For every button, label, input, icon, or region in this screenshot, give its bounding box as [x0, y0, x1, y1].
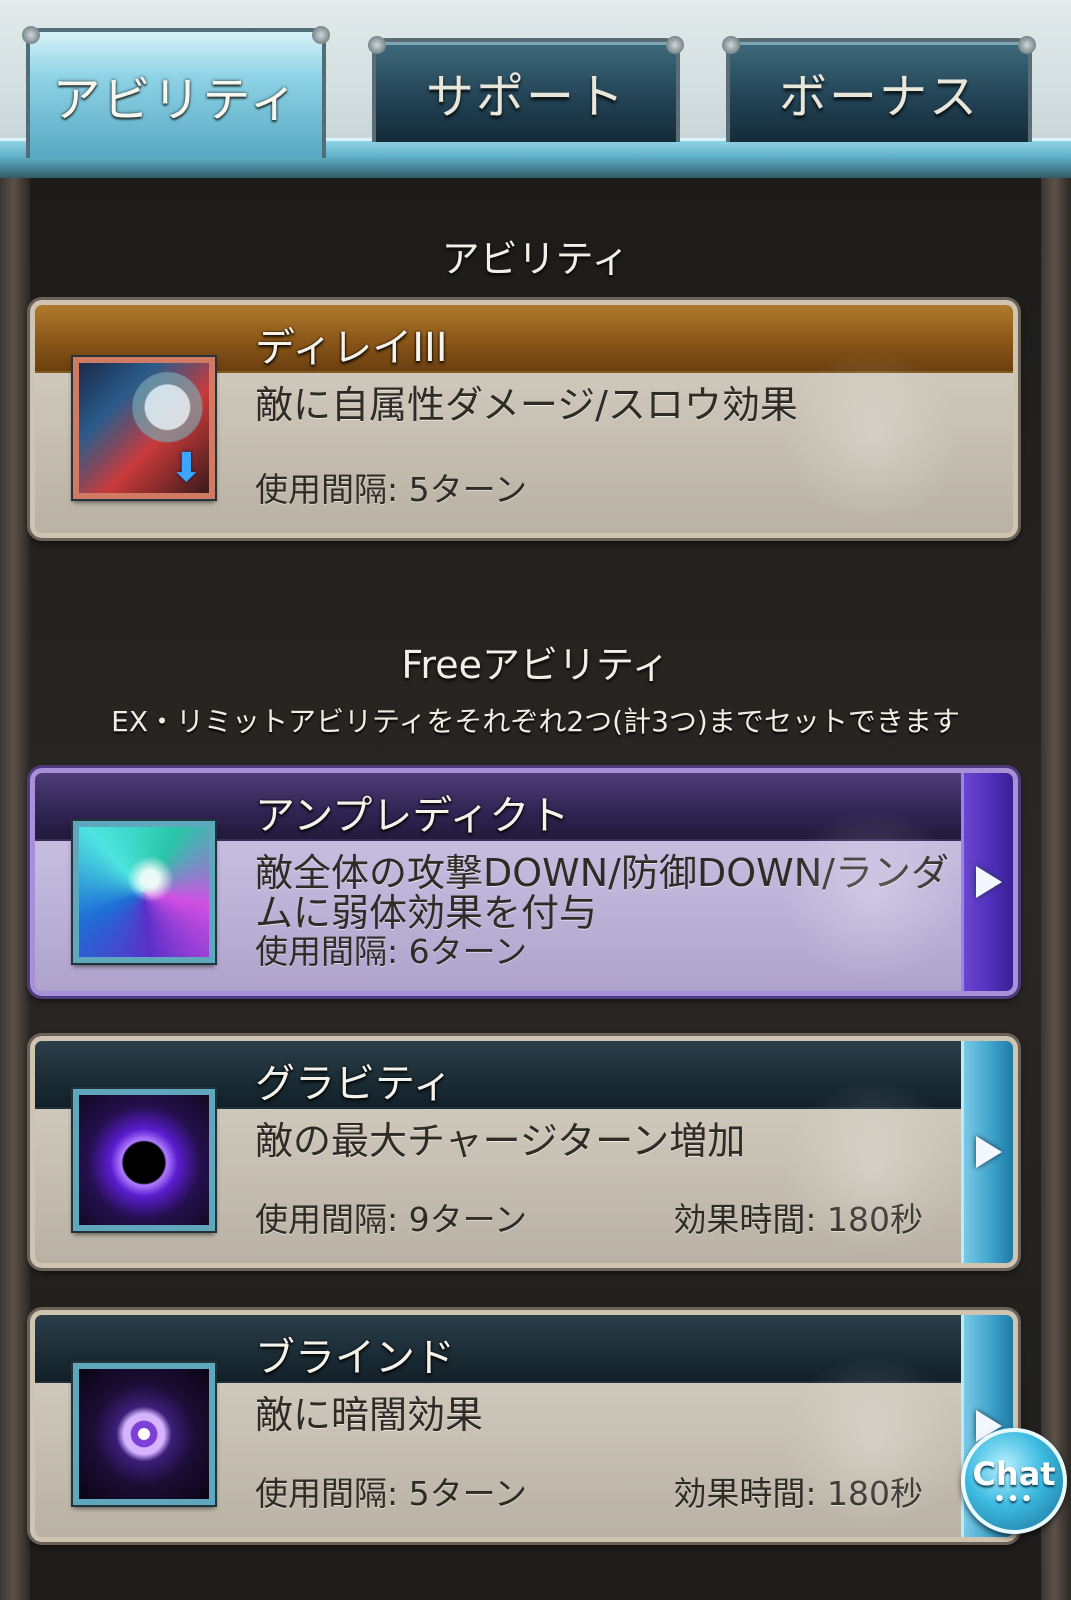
- ability-card-gravity[interactable]: グラビティ 敵の最大チャージターン増加 使用間隔: 9ターン 効果時間: 180…: [30, 1036, 1018, 1268]
- section-title-ability: アビリティ: [30, 228, 1041, 283]
- ability-description: 敵全体の攻撃DOWN/防御DOWN/ランダムに弱体効果を付与: [255, 851, 949, 935]
- play-arrow-icon: [975, 866, 1002, 898]
- tab-corner-ornament: [368, 36, 386, 54]
- ability-description: 敵に暗闇効果: [255, 1393, 484, 1437]
- ability-card-unpredict[interactable]: アンプレディクト 敵全体の攻撃DOWN/防御DOWN/ランダムに弱体効果を付与 …: [30, 768, 1018, 996]
- tab-corner-ornament: [666, 36, 684, 54]
- tab-corner-ornament: [722, 36, 740, 54]
- frame-border-left: [0, 178, 30, 1600]
- ability-card-delay[interactable]: ディレイIII 敵に自属性ダメージ/スロウ効果 使用間隔: 5ターン: [30, 300, 1018, 538]
- blind-icon: [73, 1363, 215, 1505]
- ability-cooldown: 使用間隔: 6ターン: [255, 932, 527, 971]
- ornament-swirl: [753, 353, 953, 523]
- ability-cooldown: 使用間隔: 5ターン: [255, 470, 527, 509]
- ability-list-panel[interactable]: アビリティ ディレイIII 敵に自属性ダメージ/スロウ効果 使用間隔: 5ターン…: [30, 178, 1041, 1600]
- chat-dots-icon: •••: [993, 1489, 1035, 1510]
- free-ability-note: EX・リミットアビリティをそれぞれ2つ(計3つ)までセットできます: [111, 705, 960, 738]
- tab-label: アビリティ: [52, 72, 300, 128]
- frame-border-right: [1041, 178, 1071, 1600]
- tab-bonus[interactable]: ボーナス: [722, 36, 1036, 142]
- ability-card-blind[interactable]: ブラインド 敵に暗闇効果 使用間隔: 5ターン 効果時間: 180秒: [30, 1310, 1018, 1542]
- tab-label: ボーナス: [778, 69, 979, 125]
- tab-corner-ornament: [22, 26, 40, 44]
- ability-cooldown: 使用間隔: 5ターン: [255, 1474, 527, 1513]
- tab-corner-ornament: [312, 26, 330, 44]
- ability-name: グラビティ: [255, 1061, 453, 1107]
- detail-arrow-button[interactable]: [961, 773, 1013, 991]
- ability-cooldown: 使用間隔: 9ターン: [255, 1200, 527, 1239]
- chat-label: Chat: [972, 1455, 1056, 1493]
- tab-label: サポート: [425, 69, 626, 125]
- ability-description: 敵の最大チャージターン増加: [255, 1119, 746, 1163]
- unpredict-icon: [73, 821, 215, 963]
- gravity-icon: [73, 1089, 215, 1231]
- ability-name: アンプレディクト: [255, 793, 570, 839]
- tab-corner-ornament: [1018, 36, 1036, 54]
- ability-name: ブラインド: [255, 1335, 455, 1381]
- play-arrow-icon: [975, 1136, 1002, 1168]
- tab-bar: アビリティ サポート ボーナス: [0, 0, 1071, 181]
- ability-duration: 効果時間: 180秒: [673, 1200, 923, 1239]
- detail-arrow-button[interactable]: [961, 1041, 1013, 1263]
- section-title-free-ability: Freeアビリティ: [30, 634, 1041, 689]
- ability-description: 敵に自属性ダメージ/スロウ効果: [255, 383, 798, 427]
- chat-button[interactable]: Chat •••: [961, 1428, 1067, 1534]
- tab-support[interactable]: サポート: [368, 36, 684, 142]
- ability-name: ディレイIII: [255, 325, 448, 371]
- ability-duration: 効果時間: 180秒: [673, 1474, 923, 1513]
- delay-icon: [73, 357, 215, 499]
- tab-ability[interactable]: アビリティ: [22, 26, 330, 158]
